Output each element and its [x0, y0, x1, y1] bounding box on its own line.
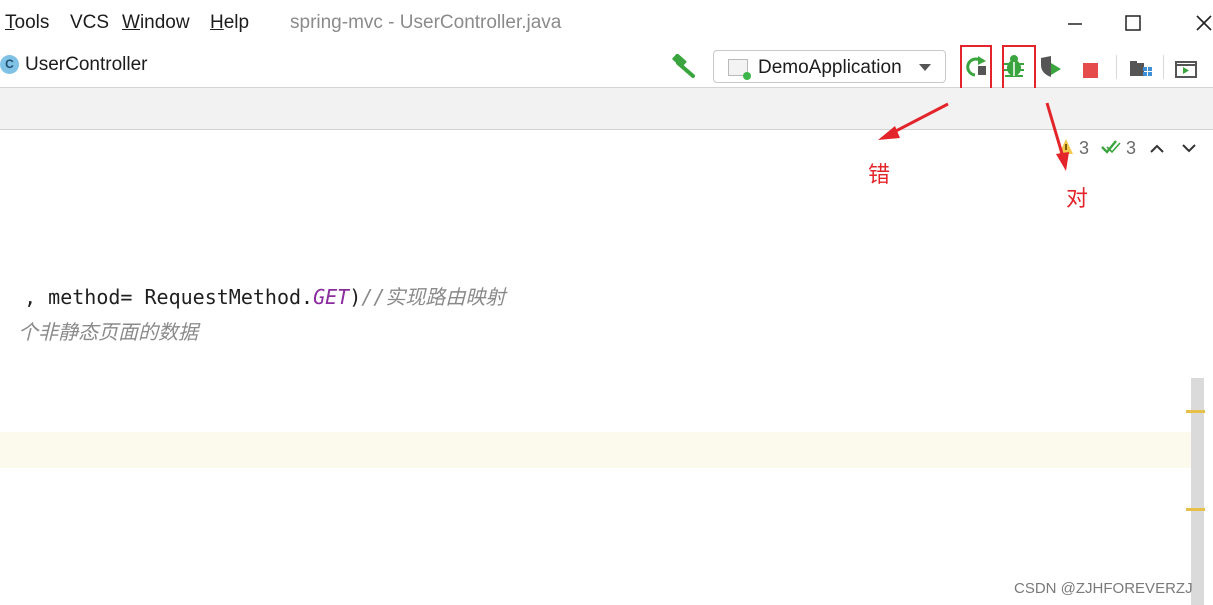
arrow-head: [1056, 152, 1069, 171]
annotation-wrong-label: 错: [868, 163, 891, 188]
arrow-head: [878, 126, 900, 140]
annotation-arrows: [878, 102, 1069, 171]
annotation-right-label: 对: [1066, 187, 1089, 212]
watermark: CSDN @ZJHFOREVERZJ: [1014, 580, 1193, 597]
